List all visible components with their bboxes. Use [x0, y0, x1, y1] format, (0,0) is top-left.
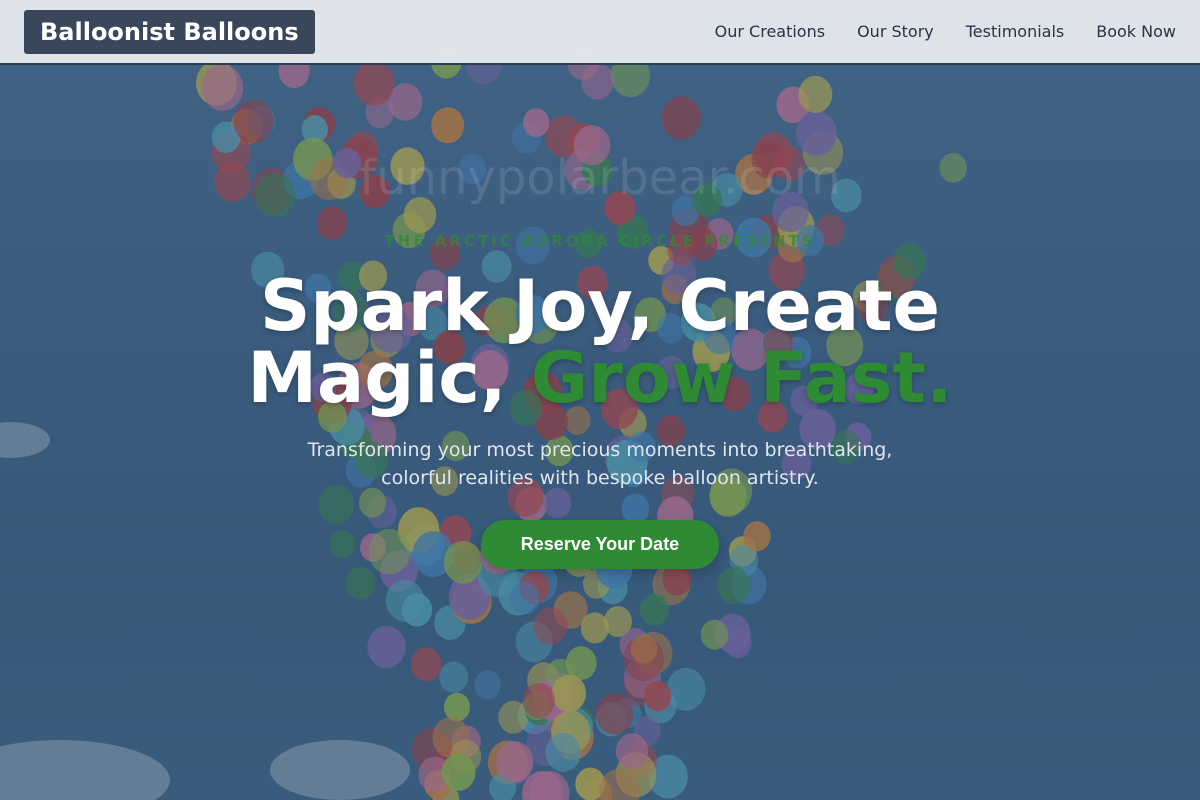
nav-links: Our Creations Our Story Testimonials Boo…: [715, 22, 1176, 41]
hero-headline: Spark Joy, Create Magic, Grow Fast.: [0, 270, 1200, 414]
nav-link-our-story[interactable]: Our Story: [857, 22, 934, 41]
headline-line-2-accent: Grow Fast.: [530, 337, 953, 419]
headline-line-1: Spark Joy, Create: [259, 265, 941, 347]
headline-line-2-plain: Magic,: [247, 337, 507, 419]
nav-link-testimonials[interactable]: Testimonials: [966, 22, 1065, 41]
hero-subtitle: Transforming your most precious moments …: [307, 439, 893, 489]
brand-logo[interactable]: Balloonist Balloons: [24, 9, 315, 54]
hero-eyebrow: THE ARCTIC AURORA CIRCLE PRESENTS: [384, 232, 816, 250]
hero-content: THE ARCTIC AURORA CIRCLE PRESENTS Spark …: [0, 232, 1200, 569]
reserve-date-button[interactable]: Reserve Your Date: [480, 520, 720, 569]
nav-link-book-now[interactable]: Book Now: [1096, 22, 1176, 41]
nav-link-our-creations[interactable]: Our Creations: [715, 22, 825, 41]
navbar: Balloonist Balloons Our Creations Our St…: [0, 0, 1200, 65]
